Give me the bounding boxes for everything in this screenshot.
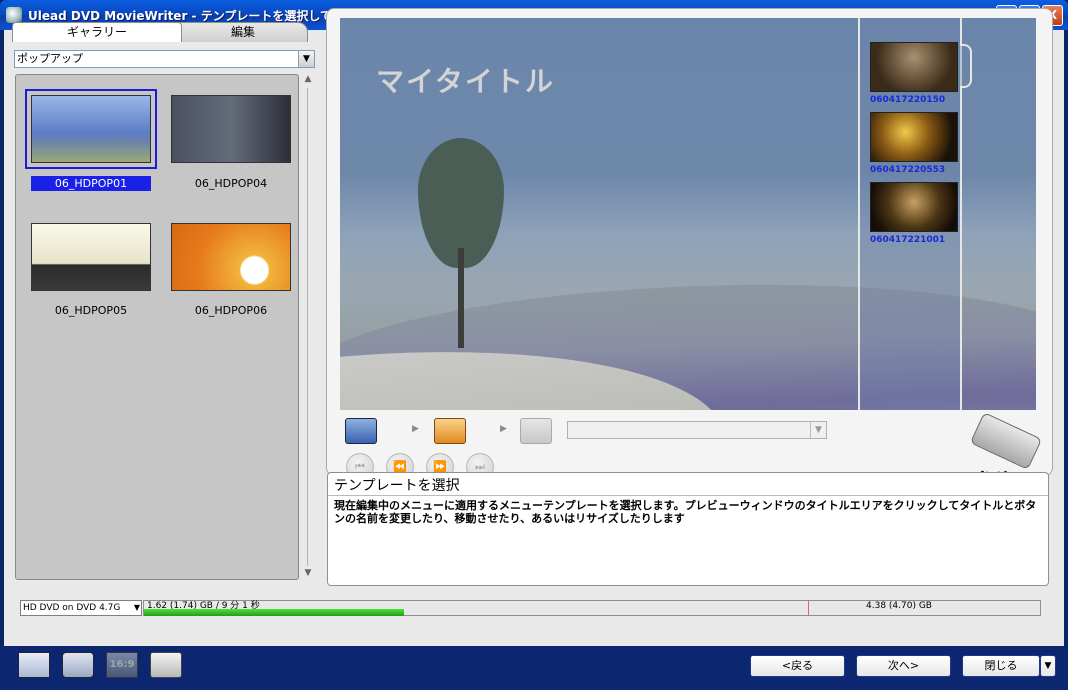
disc-type-select[interactable]: HD DVD on DVD 4.7G ▼ [20, 600, 142, 616]
tab-edit[interactable]: 編集 [178, 22, 308, 42]
info-heading: テンプレートを選択 [334, 478, 460, 494]
submenu-3-icon[interactable] [520, 418, 552, 444]
menu-title-text[interactable]: マイタイトル [376, 60, 555, 100]
category-dropdown[interactable]: ポップアップ ▼ [14, 50, 315, 68]
project-settings-icon[interactable] [18, 652, 50, 678]
chevron-down-icon[interactable]: ▼ [298, 51, 314, 67]
preview-tree-trunk [458, 248, 464, 348]
info-divider [328, 495, 1048, 496]
capacity-marker [808, 601, 809, 615]
template-thumb-3[interactable] [31, 223, 151, 291]
scroll-down-icon[interactable]: ▼ [302, 568, 314, 578]
back-button[interactable]: <戻る [750, 655, 845, 677]
submenu-icon[interactable] [434, 418, 466, 444]
chapter-thumb-1[interactable] [870, 42, 958, 92]
chapter-label-2[interactable]: 060417220553 [870, 165, 945, 175]
tab-gallery[interactable]: ギャラリー [12, 22, 182, 42]
close-menu-chevron-icon[interactable]: ▼ [1040, 655, 1056, 677]
gallery-tabs: ギャラリー 編集 [12, 22, 312, 42]
template-label-1: 06_HDPOP01 [31, 176, 151, 191]
arrow-right-icon: ▶ [412, 424, 419, 434]
template-gallery: 06_HDPOP01 06_HDPOP04 06_HDPOP05 06_HDPO… [15, 74, 299, 580]
template-label-4: 06_HDPOP06 [194, 304, 268, 317]
printer-icon[interactable] [150, 652, 182, 678]
scroll-up-icon[interactable]: ▲ [302, 74, 314, 84]
info-box: テンプレートを選択 現在編集中のメニューに適用するメニューテンプレートを選択しま… [327, 472, 1049, 586]
chapter-thumb-3[interactable] [870, 182, 958, 232]
disc-type-value: HD DVD on DVD 4.7G [23, 603, 121, 613]
template-label-3: 06_HDPOP05 [54, 304, 128, 317]
chevron-down-icon-3[interactable]: ▼ [134, 601, 140, 615]
chapter-label-3[interactable]: 060417221001 [870, 235, 945, 245]
template-thumb-2[interactable] [171, 95, 291, 163]
scroll-track[interactable] [307, 88, 308, 566]
chevron-down-icon-2[interactable]: ▼ [810, 422, 826, 438]
settings-gear-icon[interactable] [62, 652, 94, 678]
arrow-right-icon-2: ▶ [500, 424, 507, 434]
chapter-panel: 060417220150 060417220553 060417221001 [858, 18, 972, 410]
info-body: 現在編集中のメニューに適用するメニューテンプレートを選択します。プレビューウィン… [334, 499, 1037, 525]
template-label-2: 06_HDPOP04 [194, 177, 268, 190]
capacity-total: 4.38 (4.70) GB [866, 601, 932, 611]
capacity-bar: 1.62 (1.74) GB / 9 分 1 秒 4.38 (4.70) GB [143, 600, 1041, 616]
main-menu-icon[interactable] [345, 418, 377, 444]
close-button[interactable]: 閉じる [962, 655, 1040, 677]
capacity-used: 1.62 (1.74) GB / 9 分 1 秒 [147, 601, 260, 611]
menu-select-combo[interactable]: ▼ [567, 421, 827, 439]
chapter-label-1[interactable]: 060417220150 [870, 95, 945, 105]
menu-preview[interactable]: マイタイトル 060417220150 060417220553 0604172… [340, 18, 1036, 410]
gallery-scrollbar[interactable]: ▲ ▼ [302, 74, 314, 580]
template-thumb-1[interactable] [25, 89, 157, 169]
aspect-ratio-icon[interactable]: 16:9 [106, 652, 138, 678]
chapter-thumb-2[interactable] [870, 112, 958, 162]
category-value: ポップアップ [17, 52, 83, 65]
next-button[interactable]: 次へ> [856, 655, 951, 677]
panel-notch [960, 44, 972, 88]
template-thumb-4[interactable] [171, 223, 291, 291]
app-icon [6, 7, 22, 23]
